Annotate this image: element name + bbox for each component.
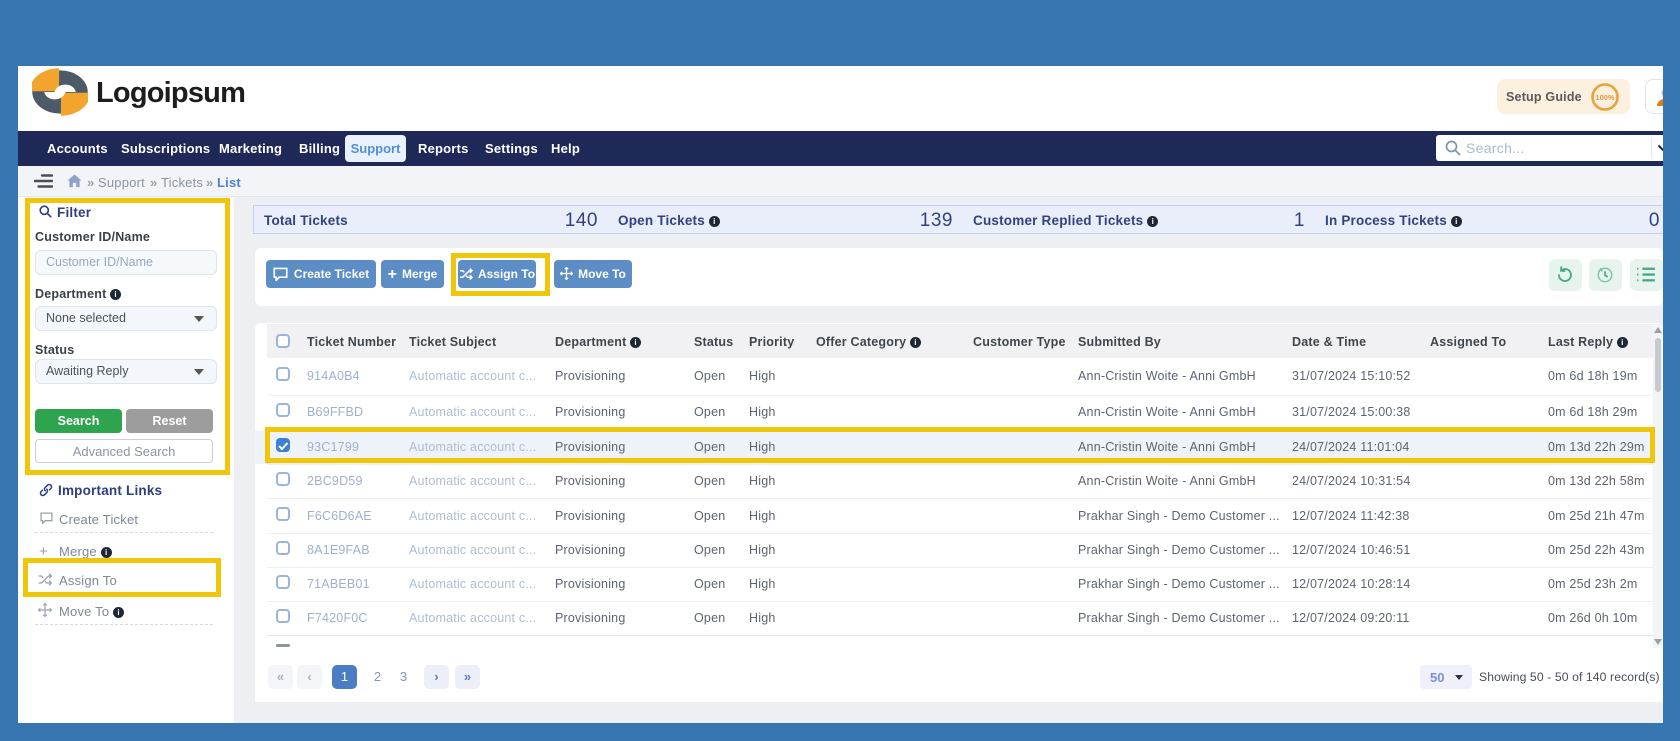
svg-text:100%: 100%: [1595, 93, 1615, 102]
